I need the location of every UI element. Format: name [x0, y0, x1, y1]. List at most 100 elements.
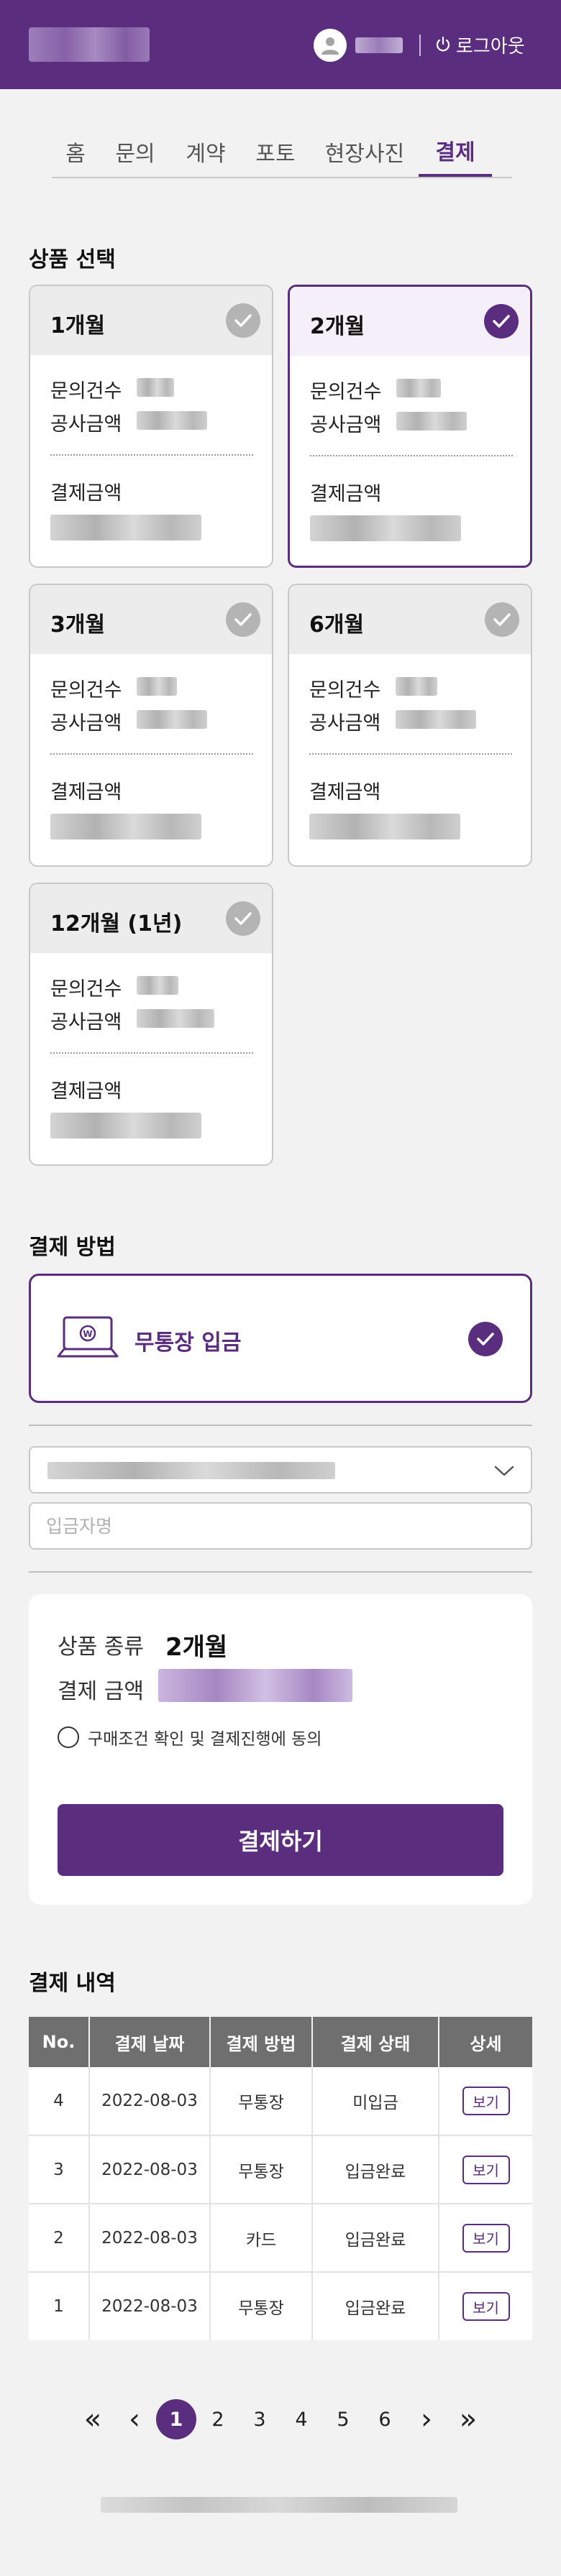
- prev-page-label: ‹: [129, 2403, 140, 2436]
- inquiry-count-redacted: [137, 378, 174, 397]
- card-title: 1개월: [50, 313, 106, 339]
- page-number: 6: [378, 2408, 391, 2431]
- inquiry-count-label: 문의건수: [309, 679, 381, 702]
- last-page-label: »: [459, 2403, 478, 2436]
- payment-amount-label: 결제금액: [50, 1080, 122, 1103]
- page-number: 5: [337, 2408, 350, 2431]
- view-button[interactable]: 보기: [462, 2292, 510, 2321]
- page-1[interactable]: 1: [155, 2399, 197, 2439]
- view-button[interactable]: 보기: [462, 2223, 510, 2253]
- depositor-name-input[interactable]: [29, 1502, 532, 1550]
- cell-date: 2022-08-03: [89, 2067, 211, 2136]
- product-section-title: 상품 선택: [29, 247, 116, 272]
- prev-page-button[interactable]: ‹: [114, 2399, 155, 2439]
- select-check[interactable]: [226, 303, 260, 338]
- card-title: 3개월: [50, 612, 106, 638]
- cell-no: 2: [29, 2204, 90, 2273]
- laptop-won-icon: W: [57, 1316, 119, 1358]
- tab-bar: 홈 문의 계약 포토 현장사진 결제: [52, 126, 512, 178]
- card-title: 12개월 (1년): [50, 911, 183, 937]
- page-3[interactable]: 3: [239, 2399, 280, 2439]
- construction-amount-redacted: [137, 1009, 214, 1028]
- construction-amount-label: 공사금액: [50, 712, 122, 735]
- check-icon: [234, 314, 252, 327]
- brand-logo[interactable]: [29, 27, 150, 62]
- check-icon: [493, 315, 510, 328]
- card-header: 3개월: [30, 585, 272, 654]
- cell-detail: 보기: [439, 2067, 532, 2136]
- payment-method-title: 결제 방법: [29, 1235, 116, 1260]
- bank-account-redacted: [47, 1462, 335, 1479]
- cell-method: 무통장: [210, 2067, 313, 2136]
- header-divider: [419, 34, 421, 56]
- cell-no: 3: [29, 2135, 90, 2204]
- product-card-3-months[interactable]: 3개월 문의건수 공사금액 결제금액: [29, 584, 273, 867]
- first-page-button[interactable]: «: [72, 2399, 114, 2439]
- last-page-button[interactable]: »: [447, 2399, 489, 2439]
- page-number: 4: [295, 2408, 308, 2431]
- tab-payment[interactable]: 결제: [419, 126, 492, 177]
- page-number: 3: [253, 2408, 266, 2431]
- payment-amount-label: 결제금액: [50, 781, 122, 804]
- select-check[interactable]: [226, 901, 260, 936]
- product-type-value: 2개월: [165, 1633, 228, 1662]
- view-button[interactable]: 보기: [462, 2155, 510, 2184]
- construction-amount-redacted: [396, 412, 467, 431]
- pay-button[interactable]: 결제하기: [58, 1804, 503, 1876]
- table-row: 2 2022-08-03 카드 입금완료 보기: [29, 2204, 532, 2273]
- construction-amount-label: 공사금액: [50, 1011, 122, 1034]
- col-detail: 상세: [439, 2017, 532, 2067]
- inquiry-count-redacted: [396, 379, 441, 397]
- payment-amount-redacted: [310, 515, 461, 541]
- tab-label: 포토: [255, 142, 296, 167]
- logout-button[interactable]: 로그아웃: [434, 32, 525, 58]
- cell-date: 2022-08-03: [89, 2135, 211, 2204]
- inquiry-count-redacted: [137, 976, 178, 995]
- divider: [50, 454, 253, 456]
- tab-contract[interactable]: 계약: [171, 126, 240, 177]
- next-page-button[interactable]: ›: [406, 2399, 447, 2439]
- check-icon: [477, 1333, 494, 1346]
- user-avatar[interactable]: [314, 29, 347, 62]
- product-card-6-months[interactable]: 6개월 문의건수 공사금액 결제금액: [288, 584, 532, 867]
- tab-inquiry[interactable]: 문의: [99, 126, 171, 177]
- page-4[interactable]: 4: [280, 2399, 322, 2439]
- col-method: 결제 방법: [210, 2017, 313, 2067]
- product-card-2-months[interactable]: 2개월 문의건수 공사금액 결제금액: [288, 285, 532, 568]
- agree-radio[interactable]: [58, 1726, 79, 1748]
- view-button[interactable]: 보기: [462, 2087, 510, 2115]
- page-number: 1: [156, 2399, 196, 2439]
- select-check[interactable]: [484, 304, 519, 339]
- first-page-label: «: [83, 2403, 102, 2436]
- bank-account-select[interactable]: [29, 1446, 532, 1494]
- select-check[interactable]: [485, 602, 519, 637]
- tab-label: 결제: [435, 140, 475, 165]
- cell-no: 4: [29, 2067, 90, 2136]
- divider: [50, 753, 253, 755]
- inquiry-count-label: 문의건수: [50, 679, 122, 702]
- payment-amount-label: 결제 금액: [58, 1679, 144, 1704]
- col-no: No.: [29, 2017, 90, 2067]
- page-2[interactable]: 2: [197, 2399, 239, 2439]
- power-icon: [436, 36, 450, 52]
- footer-copyright-redacted: [101, 2497, 457, 2513]
- payment-amount-label: 결제금액: [310, 483, 382, 505]
- tab-home[interactable]: 홈: [52, 126, 99, 177]
- page-5[interactable]: 5: [322, 2399, 364, 2439]
- page-6[interactable]: 6: [364, 2399, 406, 2439]
- check-icon: [234, 912, 252, 925]
- cell-status: 입금완료: [312, 2204, 439, 2273]
- product-card-12-months[interactable]: 12개월 (1년) 문의건수 공사금액 결제금액: [29, 883, 273, 1166]
- product-card-1-month[interactable]: 1개월 문의건수 공사금액 결제금액: [29, 285, 273, 568]
- card-header: 6개월: [289, 585, 531, 654]
- construction-amount-label: 공사금액: [310, 414, 382, 436]
- payment-history-table: No. 결제 날짜 결제 방법 결제 상태 상세 4 2022-08-03 무통…: [29, 2017, 532, 2340]
- construction-amount-redacted: [396, 710, 476, 729]
- agree-checkbox[interactable]: 구매조건 확인 및 결제진행에 동의: [58, 1725, 321, 1749]
- bank-transfer-option[interactable]: W 무통장 입금: [29, 1274, 532, 1403]
- tab-photo[interactable]: 포토: [240, 126, 311, 177]
- tab-site-photos[interactable]: 현장사진: [311, 126, 419, 177]
- cell-detail: 보기: [439, 2272, 532, 2340]
- select-check[interactable]: [226, 602, 260, 637]
- payment-amount-redacted: [309, 814, 460, 840]
